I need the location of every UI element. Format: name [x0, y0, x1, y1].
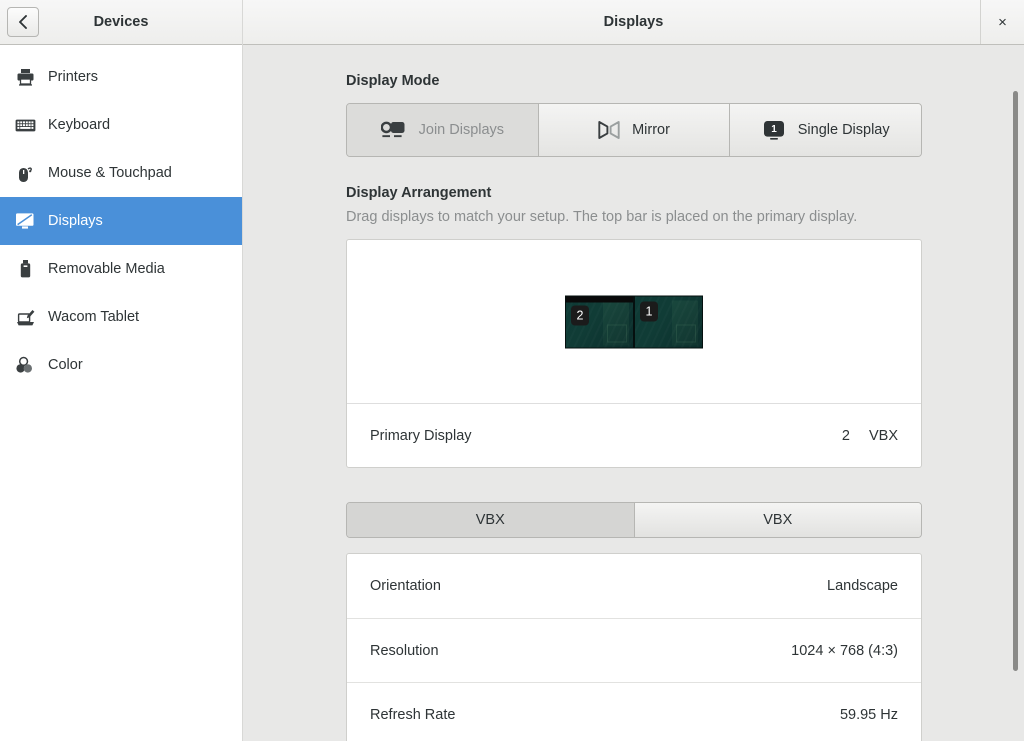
sidebar-item-displays[interactable]: Displays — [0, 197, 242, 245]
sidebar-item-printers[interactable]: Printers — [0, 53, 242, 101]
monitor-tabs: VBX VBX — [346, 502, 922, 538]
monitor-thumbnail-1[interactable]: 1 — [634, 295, 703, 348]
monitor-top-bar — [566, 296, 633, 302]
join-displays-icon — [381, 120, 407, 140]
sidebar-item-label: Mouse & Touchpad — [48, 165, 172, 181]
mode-button-label: Single Display — [798, 122, 890, 138]
mode-button-label: Join Displays — [419, 122, 504, 138]
row-resolution[interactable]: Resolution 1024 × 768 (4:3) — [347, 618, 921, 682]
monitor-number-badge: 1 — [640, 301, 658, 321]
sidebar-item-removable-media[interactable]: Removable Media — [0, 245, 242, 293]
primary-display-number: 2 — [842, 428, 850, 444]
sidebar-item-label: Color — [48, 357, 83, 373]
row-value: 59.95 Hz — [840, 707, 898, 723]
svg-text:1: 1 — [771, 124, 777, 135]
printer-icon — [12, 65, 38, 89]
row-refresh-rate[interactable]: Refresh Rate 59.95 Hz — [347, 682, 921, 741]
sidebar-item-label: Printers — [48, 69, 98, 85]
row-label: Orientation — [370, 578, 441, 594]
monitor-group: 2 1 — [565, 295, 703, 348]
sidebar-list: Printers — [0, 45, 242, 741]
scrollbar-thumb[interactable] — [1013, 91, 1018, 671]
display-mode-title: Display Mode — [346, 73, 922, 89]
row-value: Landscape — [827, 578, 898, 594]
keyboard-icon — [12, 113, 38, 137]
usb-drive-icon — [12, 257, 38, 281]
primary-display-row[interactable]: Primary Display 2 VBX — [347, 403, 921, 467]
sidebar-header: Devices — [0, 0, 242, 45]
content-column: Display Mode Join Displays — [346, 73, 922, 741]
sidebar-item-mouse-touchpad[interactable]: Mouse & Touchpad — [0, 149, 242, 197]
monitor-number-badge: 2 — [571, 305, 589, 325]
vertical-scrollbar[interactable] — [1011, 91, 1019, 741]
row-label: Resolution — [370, 643, 439, 659]
close-icon: × — [998, 14, 1007, 31]
tab-monitor-1[interactable]: VBX — [347, 503, 635, 537]
tablet-icon — [12, 305, 38, 329]
monitor-wallpaper-grid — [676, 324, 696, 342]
arrangement-subtitle: Drag displays to match your setup. The t… — [346, 209, 922, 225]
mode-button-single-display[interactable]: 1 Single Display — [730, 104, 921, 156]
primary-display-label: Primary Display — [370, 428, 472, 444]
back-button[interactable] — [7, 7, 39, 37]
tab-monitor-2[interactable]: VBX — [635, 503, 922, 537]
monitor-settings-card: Orientation Landscape Resolution 1024 × … — [346, 553, 922, 741]
content-area: Display Mode Join Displays — [243, 45, 1024, 741]
settings-window: Devices Printers — [0, 0, 1024, 741]
close-button[interactable]: × — [980, 0, 1024, 44]
primary-display-value: 2 VBX — [842, 428, 898, 444]
display-mode-group: Join Displays Mirror — [346, 103, 922, 157]
sidebar-item-label: Displays — [48, 213, 103, 229]
main-header: Displays × — [243, 0, 1024, 45]
chevron-left-icon — [18, 15, 28, 29]
mode-button-join-displays[interactable]: Join Displays — [347, 104, 539, 156]
sidebar-item-keyboard[interactable]: Keyboard — [0, 101, 242, 149]
mode-button-label: Mirror — [632, 122, 670, 138]
sidebar: Devices Printers — [0, 0, 243, 741]
arrangement-canvas[interactable]: 2 1 — [347, 240, 921, 403]
monitor-thumbnail-2[interactable]: 2 — [565, 295, 634, 348]
arrangement-card: 2 1 Primary Display 2 VBX — [346, 239, 922, 468]
primary-display-name: VBX — [869, 428, 898, 444]
sidebar-item-color[interactable]: Color — [0, 341, 242, 389]
main-panel: Displays × Display Mode — [243, 0, 1024, 741]
single-display-icon: 1 — [762, 119, 786, 141]
page-title: Displays — [604, 14, 664, 30]
sidebar-item-label: Removable Media — [48, 261, 165, 277]
row-value: 1024 × 768 (4:3) — [791, 643, 898, 659]
row-label: Refresh Rate — [370, 707, 455, 723]
mirror-icon — [598, 120, 620, 140]
tab-label: VBX — [763, 512, 792, 528]
arrangement-title: Display Arrangement — [346, 185, 922, 201]
tab-label: VBX — [476, 512, 505, 528]
mode-button-mirror[interactable]: Mirror — [539, 104, 731, 156]
sidebar-item-label: Keyboard — [48, 117, 110, 133]
row-orientation[interactable]: Orientation Landscape — [347, 554, 921, 618]
sidebar-item-label: Wacom Tablet — [48, 309, 139, 325]
mouse-icon — [12, 161, 38, 185]
sidebar-item-wacom-tablet[interactable]: Wacom Tablet — [0, 293, 242, 341]
display-icon — [12, 209, 38, 233]
color-icon — [12, 353, 38, 377]
monitor-wallpaper-grid — [607, 324, 627, 342]
